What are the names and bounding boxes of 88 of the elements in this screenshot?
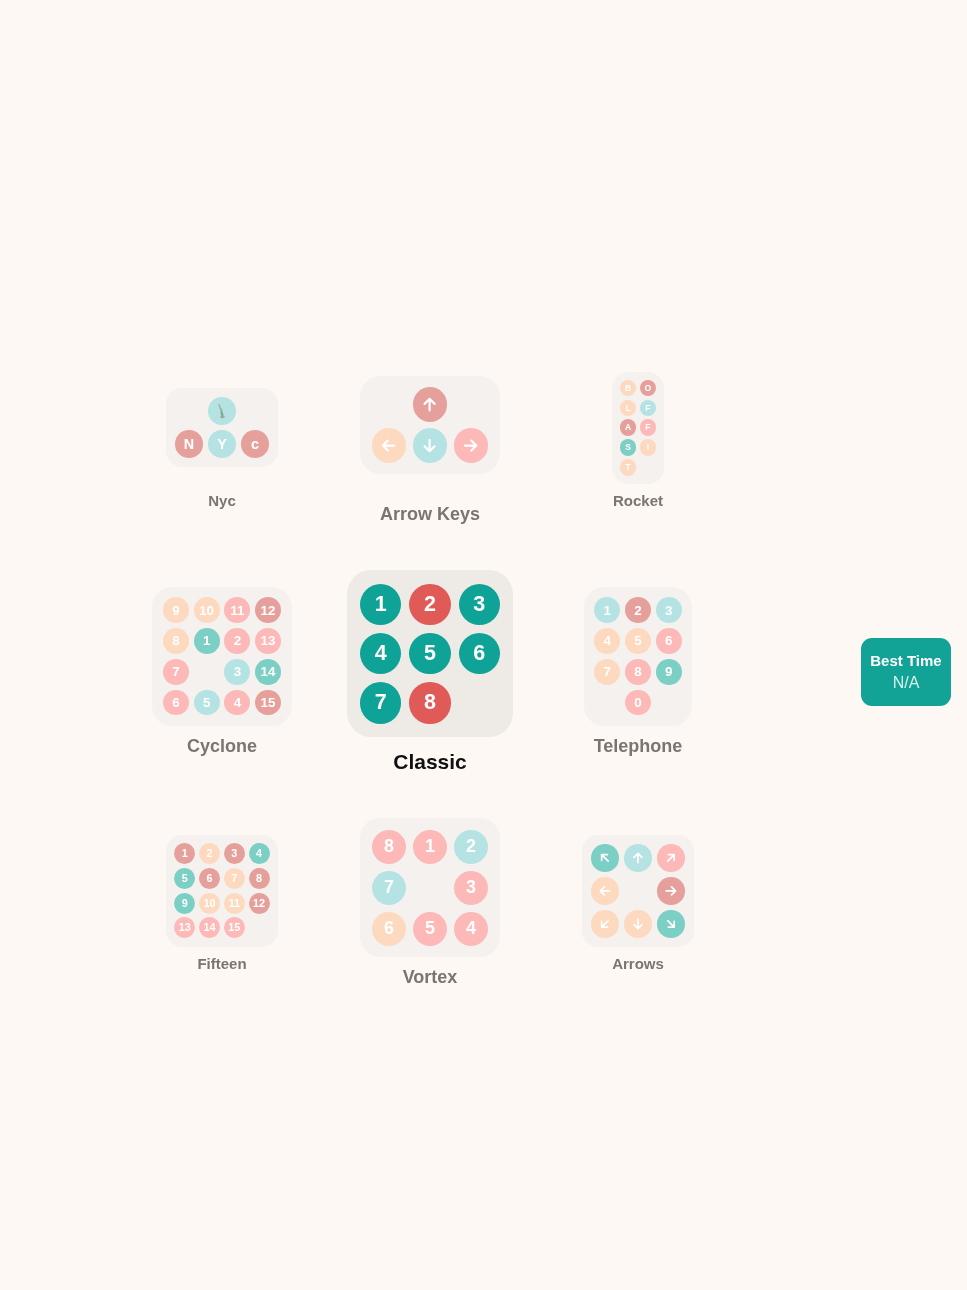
number-tile: 3 (223, 843, 245, 864)
number-tile: 5 (174, 867, 196, 889)
best-time-title: Best Time (870, 652, 942, 671)
number-tile: 15 (223, 917, 245, 939)
number-tile: 15 (255, 689, 281, 716)
number-tile: 3 (458, 583, 500, 626)
number-tile: 10 (199, 892, 220, 914)
number-tile: 6 (163, 689, 189, 716)
letter-tile: F (639, 419, 657, 437)
number-tile: 8 (163, 628, 189, 654)
number-tile: 4 (594, 628, 621, 654)
number-tile: 4 (248, 843, 270, 864)
number-tile: 2 (199, 843, 220, 864)
number-tile: 13 (174, 917, 196, 939)
letter-tile: A (619, 419, 637, 437)
number-tile: 2 (409, 583, 451, 626)
number-tile: 9 (174, 892, 196, 914)
number-tile: 4 (224, 689, 251, 716)
number-tile: 7 (360, 682, 402, 724)
number-tile: 3 (453, 870, 489, 906)
number-tile: 4 (360, 633, 402, 675)
letter-tile: ! (639, 439, 657, 456)
number-tile: 6 (199, 867, 220, 889)
number-tile: 1 (412, 829, 448, 865)
puzzle-card[interactable]: N Y c (166, 388, 278, 468)
number-tile: 2 (453, 829, 489, 865)
puzzle-card[interactable]: B O L F A F S ! T (611, 371, 665, 484)
number-tile: 5 (193, 689, 220, 716)
number-tile: 9 (655, 658, 682, 685)
number-tile: 1 (360, 583, 402, 626)
number-tile: 12 (248, 892, 270, 914)
letter-tile: c (241, 430, 269, 459)
puzzle-name: Cyclone (187, 735, 257, 758)
puzzle-name: Vortex (402, 967, 458, 990)
puzzle-name: Fifteen (197, 954, 247, 973)
letter-tile: Y (208, 430, 236, 459)
number-tile: 7 (371, 870, 407, 906)
number-tile: 5 (409, 633, 451, 675)
number-tile: 13 (255, 628, 281, 654)
letter-tile: O (639, 379, 657, 397)
puzzle-name: Arrow Keys (379, 504, 480, 527)
number-tile: 6 (371, 911, 407, 947)
number-tile: 1 (594, 597, 621, 624)
number-tile: 9 (163, 597, 189, 624)
number-tile: 8 (248, 867, 270, 889)
number-tile: 14 (199, 917, 220, 939)
puzzle-name: Rocket (613, 491, 663, 510)
puzzle-card[interactable] (360, 375, 500, 474)
puzzle-name: Telephone (593, 735, 683, 758)
number-tile: 1 (174, 843, 196, 864)
letter-tile: L (619, 399, 637, 417)
number-tile: 7 (223, 867, 245, 889)
number-tile: 8 (625, 658, 651, 685)
best-time-value: N/A (892, 673, 920, 693)
number-tile: 2 (224, 628, 251, 654)
number-tile: 3 (655, 597, 682, 624)
number-tile: 6 (655, 628, 682, 654)
number-tile: 11 (224, 597, 251, 624)
number-tile: 0 (625, 689, 651, 716)
number-tile: 7 (163, 658, 189, 685)
number-tile: 7 (594, 658, 621, 685)
number-tile: 12 (255, 597, 281, 624)
number-tile: 2 (625, 597, 651, 624)
puzzle-name: Classic (393, 749, 467, 775)
number-tile: 5 (625, 628, 651, 654)
letter-tile: T (619, 459, 637, 476)
puzzle-name: Nyc (208, 491, 236, 510)
letter-tile: F (639, 399, 657, 417)
puzzle-card[interactable]: 9 10 11 12 8 1 2 13 7 3 14 6 5 4 15 (152, 586, 292, 726)
letter-tile: N (175, 430, 203, 459)
puzzle-card[interactable]: 8 1 2 7 3 6 5 4 (360, 818, 500, 958)
number-tile: 10 (193, 597, 220, 624)
number-tile: 5 (412, 911, 448, 947)
number-tile: 8 (409, 682, 451, 724)
number-tile: 3 (224, 658, 251, 685)
puzzle-card[interactable]: 1 2 3 4 5 6 7 8 9 0 (583, 586, 693, 726)
number-tile: 8 (371, 829, 407, 865)
puzzle-card[interactable] (582, 834, 694, 947)
letter-tile: B (619, 379, 637, 397)
number-tile: 4 (453, 911, 489, 947)
letter-tile: S (619, 439, 637, 456)
number-tile: 1 (193, 628, 220, 654)
number-tile: 11 (223, 892, 245, 914)
number-tile: 6 (458, 633, 500, 675)
number-tile: 14 (255, 658, 281, 685)
puzzle-card[interactable]: 1 2 3 4 5 6 7 8 (346, 570, 514, 738)
puzzle-name: Arrows (612, 954, 664, 973)
puzzle-card[interactable]: 1 2 3 4 5 6 7 8 9 10 11 12 13 14 15 (166, 834, 278, 947)
